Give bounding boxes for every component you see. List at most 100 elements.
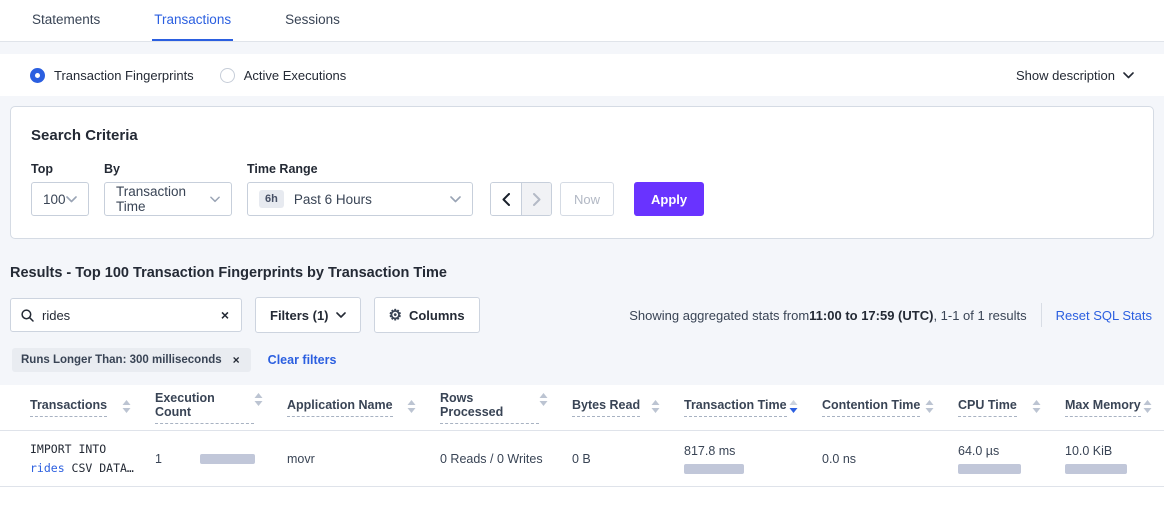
transaction-time-bar xyxy=(684,464,744,474)
top-label: Top xyxy=(31,162,89,176)
table-header-row: Transactions Execution Count Application… xyxy=(0,385,1164,431)
transaction-link[interactable]: rides xyxy=(30,461,65,475)
column-header-transactions[interactable]: Transactions xyxy=(30,398,155,417)
transaction-time-value: 817.8 ms xyxy=(684,444,804,458)
max-memory-bar xyxy=(1065,464,1127,474)
results-toolbar: × Filters (1) ⚙ Columns Showing aggregat… xyxy=(10,297,1152,333)
clear-filters-link[interactable]: Clear filters xyxy=(268,353,337,367)
next-time-button[interactable] xyxy=(521,183,551,215)
chevron-down-icon xyxy=(450,196,461,203)
column-header-application-name[interactable]: Application Name xyxy=(287,398,440,417)
column-header-contention-time[interactable]: Contention Time xyxy=(822,398,958,417)
search-criteria-card: Search Criteria Top 100 By Transaction T… xyxy=(10,106,1154,239)
chevron-down-icon xyxy=(1123,72,1134,79)
radio-selected-icon xyxy=(30,68,45,83)
cell-rows-processed: 0 Reads / 0 Writes xyxy=(440,452,572,466)
column-header-label: Bytes Read xyxy=(572,398,640,417)
chevron-down-icon xyxy=(336,312,346,318)
tab-sessions[interactable]: Sessions xyxy=(283,0,342,41)
remove-filter-icon[interactable]: × xyxy=(231,354,242,366)
radio-label: Transaction Fingerprints xyxy=(54,68,194,83)
column-header-label: Contention Time xyxy=(822,398,920,417)
cell-bytes-read: 0 B xyxy=(572,452,684,466)
column-header-label: Transactions xyxy=(30,398,107,417)
columns-button[interactable]: ⚙ Columns xyxy=(374,297,480,333)
time-step-buttons xyxy=(490,182,552,216)
stats-time-range: 11:00 to 17:59 (UTC) xyxy=(809,308,933,323)
sort-icon[interactable] xyxy=(539,393,548,406)
sql-text-rest: CSV DATA… xyxy=(65,461,134,475)
column-header-rows-processed[interactable]: Rows Processed xyxy=(440,391,572,424)
tab-transactions[interactable]: Transactions xyxy=(152,0,233,41)
top-field: Top 100 xyxy=(31,162,89,216)
tab-statements[interactable]: Statements xyxy=(30,0,102,41)
sort-icon[interactable] xyxy=(254,393,263,406)
results-heading: Results - Top 100 Transaction Fingerprin… xyxy=(10,265,1164,281)
column-header-label: Rows Processed xyxy=(440,391,539,424)
sort-icon[interactable] xyxy=(407,400,416,413)
by-label: By xyxy=(104,162,232,176)
clear-search-icon[interactable]: × xyxy=(219,308,231,322)
column-header-label: Max Memory xyxy=(1065,398,1141,417)
chevron-down-icon xyxy=(66,196,77,203)
sort-desc-icon[interactable] xyxy=(789,400,798,413)
column-header-label: Application Name xyxy=(287,398,393,417)
cell-execution-count: 1 xyxy=(155,452,287,466)
top-select-value: 100 xyxy=(43,192,66,207)
execution-count-value: 1 xyxy=(155,452,162,466)
cell-max-memory: 10.0 KiB xyxy=(1065,444,1164,474)
sort-icon[interactable] xyxy=(651,400,660,413)
cell-transaction-time: 817.8 ms xyxy=(684,444,822,474)
table-row: IMPORT INTO rides CSV DATA… 1 movr 0 Rea… xyxy=(0,431,1164,487)
by-field: By Transaction Time xyxy=(104,162,232,216)
column-header-bytes-read[interactable]: Bytes Read xyxy=(572,398,684,417)
reset-sql-stats-link[interactable]: Reset SQL Stats xyxy=(1056,308,1152,323)
search-box[interactable]: × xyxy=(10,298,242,332)
max-memory-value: 10.0 KiB xyxy=(1065,444,1146,458)
show-description-toggle[interactable]: Show description xyxy=(1016,68,1134,83)
sort-icon[interactable] xyxy=(925,400,934,413)
by-select[interactable]: Transaction Time xyxy=(104,182,232,216)
sort-icon[interactable] xyxy=(122,400,131,413)
time-range-select[interactable]: 6h Past 6 Hours xyxy=(247,182,473,216)
aggregated-stats-text: Showing aggregated stats from 11:00 to 1… xyxy=(629,308,1026,323)
results-table: Transactions Execution Count Application… xyxy=(0,385,1164,513)
column-header-cpu-time[interactable]: CPU Time xyxy=(958,398,1065,417)
column-header-label: Transaction Time xyxy=(684,398,787,417)
view-toggle-row: Transaction Fingerprints Active Executio… xyxy=(0,54,1164,96)
time-range-field: Time Range 6h Past 6 Hours xyxy=(247,162,473,216)
column-header-transaction-time[interactable]: Transaction Time xyxy=(684,398,822,417)
cell-cpu-time: 64.0 µs xyxy=(958,444,1065,474)
page-tabs: Statements Transactions Sessions xyxy=(0,0,1164,42)
radio-unselected-icon xyxy=(220,68,235,83)
radio-transaction-fingerprints[interactable]: Transaction Fingerprints xyxy=(30,68,194,83)
chevron-right-icon xyxy=(533,193,541,206)
column-header-execution-count[interactable]: Execution Count xyxy=(155,391,287,424)
cell-application-name: movr xyxy=(287,452,440,466)
divider xyxy=(1041,303,1042,327)
previous-time-button[interactable] xyxy=(491,183,521,215)
chevron-left-icon xyxy=(502,193,510,206)
show-description-label: Show description xyxy=(1016,68,1115,83)
by-select-value: Transaction Time xyxy=(116,184,210,214)
sort-icon[interactable] xyxy=(1032,400,1041,413)
filter-tag-label: Runs Longer Than: 300 milliseconds xyxy=(21,354,222,366)
search-icon xyxy=(21,309,34,322)
filters-button[interactable]: Filters (1) xyxy=(255,297,361,333)
sql-text-line2: rides CSV DATA… xyxy=(30,459,137,477)
cpu-time-bar xyxy=(958,464,1021,474)
execution-count-bar xyxy=(200,454,255,464)
now-button[interactable]: Now xyxy=(560,182,614,216)
column-header-label: Execution Count xyxy=(155,391,254,424)
time-range-badge: 6h xyxy=(259,190,284,208)
columns-button-label: Columns xyxy=(409,308,465,323)
sort-icon[interactable] xyxy=(1143,400,1152,413)
radio-active-executions[interactable]: Active Executions xyxy=(220,68,347,83)
top-select[interactable]: 100 xyxy=(31,182,89,216)
column-header-max-memory[interactable]: Max Memory xyxy=(1065,398,1164,417)
time-range-value: Past 6 Hours xyxy=(294,192,372,207)
chevron-down-icon xyxy=(210,196,220,203)
apply-button[interactable]: Apply xyxy=(634,182,704,216)
cpu-time-value: 64.0 µs xyxy=(958,444,1047,458)
search-input[interactable] xyxy=(42,308,219,323)
